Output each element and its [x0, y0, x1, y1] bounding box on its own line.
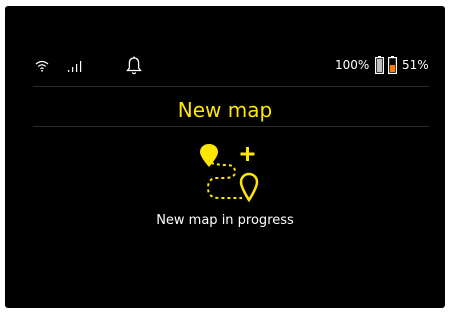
- battery-secondary-percentage: 51%: [402, 58, 429, 72]
- status-bar: 100% 51%: [5, 6, 445, 86]
- header-divider-bottom: [33, 126, 429, 127]
- signal-icon: [68, 61, 82, 72]
- header-divider-top: [33, 86, 429, 87]
- bell-icon: [126, 56, 142, 75]
- new-map-route-icon: [200, 144, 259, 203]
- page-title: New map: [177, 98, 273, 122]
- device-screen: 100% 51% New map New map in progress: [5, 6, 445, 308]
- battery-full-icon: [375, 56, 384, 74]
- status-message: New map in progress: [156, 213, 294, 228]
- wifi-icon: [35, 60, 49, 72]
- battery-low-icon: [388, 56, 397, 74]
- battery-primary-percentage: 100%: [335, 58, 370, 72]
